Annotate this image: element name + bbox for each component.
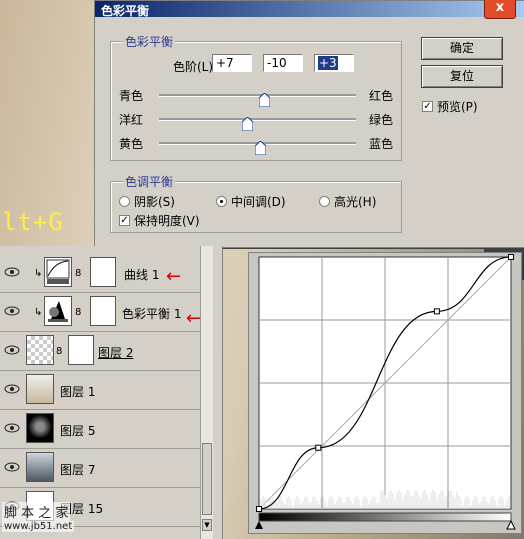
layer-name: 图层 1 [60, 385, 96, 399]
slider-label-red: 红色 [369, 89, 394, 103]
clip-icon: ↳ [34, 268, 43, 279]
watermark-text: 脚 本 之 家 [2, 502, 71, 521]
tone-balance-group: 色调平衡 阴影(S) 中间调(D) 高光(H) ✓ 保持明度(V) [110, 173, 402, 233]
radio-label-highlights: 高光(H) [334, 195, 377, 209]
layer-name: 图层 7 [60, 463, 96, 477]
curves-graph-panel [248, 252, 522, 534]
eye-icon[interactable] [4, 383, 20, 395]
curve-control-point[interactable] [508, 254, 514, 260]
layer-row-layer-5[interactable]: 图层 5 [0, 410, 200, 449]
layer-mask-thumbnail [68, 335, 94, 365]
slider-thumb-cyan-red[interactable] [258, 93, 270, 107]
layer-name: 图层 5 [60, 424, 96, 438]
black-point-slider-icon[interactable] [255, 521, 263, 529]
dialog-titlebar[interactable]: 色彩平衡 x [95, 0, 524, 19]
color-balance-group-title: 色彩平衡 [123, 33, 176, 50]
radio-highlights[interactable]: 高光(H) [319, 193, 376, 210]
gradient-bar [258, 512, 512, 522]
slider-row-magenta-green: 洋红 绿色 [111, 109, 411, 131]
layer-row-color-balance[interactable]: ↳ 8 色彩平衡 1 [0, 293, 200, 332]
preserve-luminosity-checkbox[interactable]: ✓ 保持明度(V) [119, 212, 200, 229]
eye-icon[interactable] [4, 422, 20, 434]
slider-thumb-yellow-blue[interactable] [254, 141, 266, 155]
layer-row-layer-1[interactable]: 图层 1 [0, 371, 200, 410]
slider-thumb-magenta-green[interactable] [242, 117, 254, 131]
slider-label-yellow: 黄色 [119, 137, 144, 151]
slider-label-blue: 蓝色 [369, 137, 394, 151]
eye-icon[interactable] [4, 344, 20, 356]
tone-balance-group-title: 色调平衡 [123, 173, 176, 190]
slider-row-yellow-blue: 黄色 蓝色 [111, 133, 411, 155]
slider-track-cyan-red[interactable] [159, 93, 356, 107]
layers-panel: ↳ 8 曲线 1 ↳ 8 色彩平衡 1 8 图层 2 图层 1 图层 5 图层 … [0, 246, 223, 539]
curve-control-point[interactable] [315, 444, 322, 451]
red-arrow-icon: ← [166, 266, 182, 287]
radio-dot-midtones[interactable] [216, 196, 227, 207]
layer-row-layer-7[interactable]: 图层 7 [0, 449, 200, 488]
preview-checkbox[interactable]: ✓ 预览(P) [422, 98, 478, 115]
layer-name: 图层 2 [98, 346, 134, 360]
curve-graph[interactable] [249, 253, 521, 533]
sky-layer-thumbnail [26, 452, 54, 482]
white-point-slider-icon[interactable] [506, 519, 516, 530]
radio-label-shadows: 阴影(S) [134, 195, 175, 209]
radio-dot-shadows[interactable] [119, 196, 130, 207]
color-balance-dialog: 色彩平衡 x 色彩平衡 色阶(L): +7 -10 +3 青色 红色 洋红 绿色… [94, 0, 524, 248]
radio-dot-highlights[interactable] [319, 196, 330, 207]
curve-control-point[interactable] [433, 308, 440, 315]
layer-name: 色彩平衡 1 [122, 307, 182, 321]
sphere-layer-thumbnail [26, 413, 54, 443]
watermark-url: www.jb51.net [2, 521, 75, 532]
layers-scrollbar[interactable]: ▼ [200, 246, 213, 539]
layer-row-layer-2[interactable]: 8 图层 2 [0, 332, 200, 371]
level-input-cyan-red[interactable]: +7 [212, 54, 252, 72]
clip-icon: ↳ [34, 307, 43, 318]
red-arrow-icon: ← [186, 308, 202, 329]
layer-name: 曲线 1 [124, 268, 160, 282]
scrollbar-thumb[interactable] [202, 443, 212, 515]
layer-mask-thumbnail [90, 257, 116, 287]
preview-label: 预览(P) [437, 100, 478, 114]
hotkey-overlay-text: lt+G [2, 208, 64, 236]
chain-link-icon: 8 [56, 346, 63, 357]
slider-label-magenta: 洋红 [119, 113, 144, 127]
curves-adjustment-thumbnail [44, 257, 72, 287]
slider-label-cyan: 青色 [119, 89, 144, 103]
slider-track-yellow-blue[interactable] [159, 141, 356, 155]
eye-icon[interactable] [4, 305, 20, 317]
color-balance-adjustment-thumbnail [44, 296, 72, 326]
dialog-title: 色彩平衡 [101, 4, 150, 18]
layer-mask-thumbnail [90, 296, 116, 326]
slider-track-magenta-green[interactable] [159, 117, 356, 131]
check-icon[interactable]: ✓ [119, 215, 130, 226]
curve-control-point[interactable] [256, 506, 262, 512]
check-icon[interactable]: ✓ [422, 101, 433, 112]
chain-link-icon: 8 [75, 307, 82, 318]
reset-button[interactable]: 复位 [421, 65, 503, 88]
eye-icon[interactable] [4, 266, 20, 278]
slider-label-green: 绿色 [369, 113, 394, 127]
ok-button[interactable]: 确定 [421, 37, 503, 60]
level-input-magenta-green[interactable]: -10 [263, 54, 303, 72]
slider-row-cyan-red: 青色 红色 [111, 85, 411, 107]
scroll-down-arrow-icon[interactable]: ▼ [202, 519, 212, 531]
preserve-luminosity-label: 保持明度(V) [134, 214, 200, 228]
photo-layer-thumbnail [26, 374, 54, 404]
close-button[interactable]: x [484, 0, 516, 19]
levels-label: 色阶(L): [173, 60, 218, 74]
radio-label-midtones: 中间调(D) [231, 195, 286, 209]
level-input-yellow-blue[interactable]: +3 [314, 54, 354, 72]
color-balance-group: 色彩平衡 色阶(L): +7 -10 +3 青色 红色 洋红 绿色 黄色 蓝色 [110, 33, 402, 161]
eye-icon[interactable] [4, 461, 20, 473]
radio-midtones[interactable]: 中间调(D) [216, 193, 286, 210]
chain-link-icon: 8 [75, 268, 82, 279]
transparent-layer-thumbnail [26, 335, 54, 365]
radio-shadows[interactable]: 阴影(S) [119, 193, 175, 210]
